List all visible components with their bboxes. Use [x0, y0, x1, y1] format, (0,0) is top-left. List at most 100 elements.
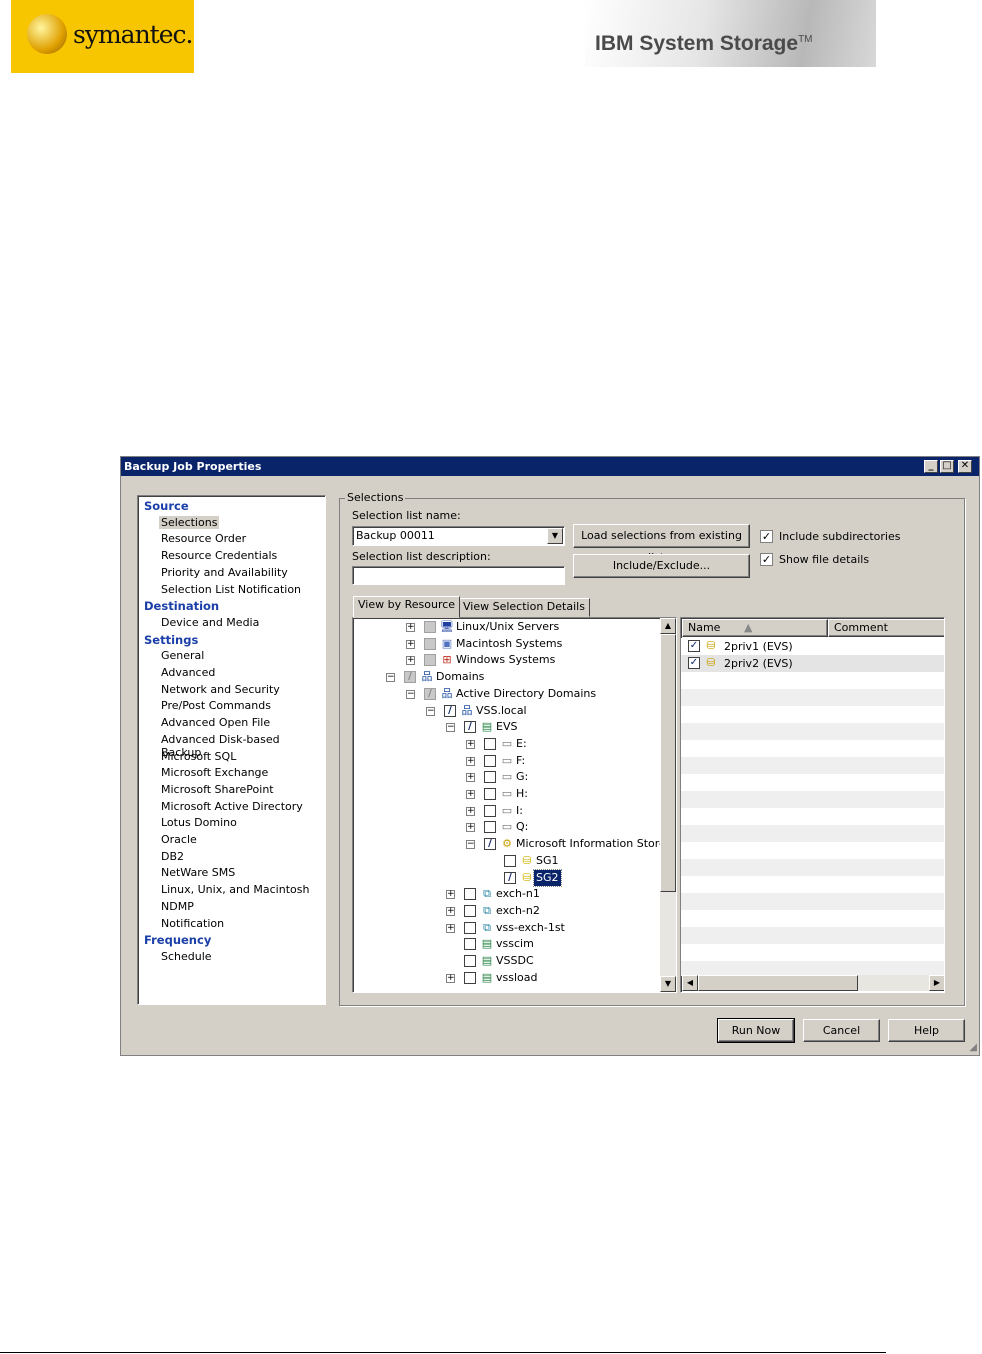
details-row[interactable]: ✓ ⛁ 2priv1 (EVS) — [682, 638, 944, 655]
nav-item[interactable]: Selection List Notification — [159, 583, 303, 596]
nav-item[interactable]: Pre/Post Commands — [159, 699, 273, 712]
load-selections-button[interactable]: Load selections from existing list... — [573, 524, 750, 564]
collapse-icon[interactable]: − — [466, 840, 475, 850]
tree-checkbox[interactable] — [464, 888, 476, 901]
tree-node[interactable]: + ▤ vssload — [353, 970, 663, 986]
expand-icon[interactable]: + — [466, 756, 475, 766]
tree-node[interactable]: + ▣ Macintosh Systems — [353, 636, 663, 652]
tree-node[interactable]: − / 品 VSS.local — [353, 703, 663, 719]
nav-item[interactable]: Device and Media — [159, 616, 261, 629]
tree-node[interactable]: + ⧉ exch-n1 — [353, 886, 663, 902]
scroll-right-icon[interactable]: ▶ — [929, 975, 944, 991]
tab-view-by-resource[interactable]: View by Resource — [353, 596, 461, 618]
expand-icon[interactable]: + — [446, 973, 455, 983]
tree-node[interactable]: + ▭ E: — [353, 736, 663, 752]
minimize-button[interactable]: _ — [924, 460, 938, 473]
collapse-icon[interactable]: − — [386, 673, 395, 683]
include-subdirectories-checkbox[interactable]: ✓ — [760, 530, 773, 543]
tree-node[interactable]: − / 品 Active Directory Domains — [353, 686, 663, 702]
tree-checkbox[interactable] — [484, 737, 496, 750]
include-exclude-button[interactable]: Include/Exclude... — [573, 554, 750, 578]
tree-checkbox[interactable] — [424, 654, 436, 667]
tree-node[interactable]: + ⧉ exch-n2 — [353, 903, 663, 919]
tree-checkbox[interactable]: / — [464, 721, 476, 734]
tree-scrollbar[interactable]: ▲ ▼ — [660, 618, 676, 992]
nav-item[interactable]: Oracle — [159, 833, 199, 846]
tree-checkbox[interactable] — [484, 804, 496, 817]
expand-icon[interactable]: + — [466, 790, 475, 799]
tree-checkbox[interactable] — [484, 821, 496, 834]
tree-node[interactable]: + ▭ Q: — [353, 819, 663, 835]
close-button[interactable]: ✕ — [958, 460, 972, 473]
tree-checkbox[interactable] — [464, 904, 476, 917]
expand-icon[interactable]: + — [406, 639, 415, 649]
tree-node[interactable]: ⛁ SG1 — [353, 853, 663, 869]
nav-item[interactable]: Lotus Domino — [159, 816, 239, 829]
tree-checkbox[interactable] — [484, 788, 496, 800]
tree-node[interactable]: + ▭ G: — [353, 769, 663, 785]
nav-item[interactable]: Resource Order — [159, 532, 248, 545]
tree-checkbox[interactable] — [484, 771, 496, 784]
tree-node[interactable]: − / 品 Domains — [353, 669, 663, 685]
column-header-comment[interactable]: Comment — [828, 619, 944, 637]
tree-checkbox[interactable] — [464, 955, 476, 967]
collapse-icon[interactable]: − — [406, 689, 415, 699]
tree-checkbox[interactable] — [424, 621, 436, 633]
expand-icon[interactable]: + — [466, 806, 475, 816]
expand-icon[interactable]: + — [406, 656, 415, 666]
row-checkbox[interactable]: ✓ — [688, 657, 700, 669]
tree-node[interactable]: + ▭ F: — [353, 753, 663, 769]
nav-item[interactable]: Linux, Unix, and Macintosh — [159, 883, 311, 896]
nav-item[interactable]: DB2 — [159, 850, 186, 863]
tree-checkbox[interactable] — [464, 938, 476, 951]
tree-node[interactable]: ▤ vsscim — [353, 936, 663, 952]
tree-checkbox[interactable]: / — [404, 671, 416, 684]
h-scroll-thumb[interactable] — [698, 975, 858, 991]
nav-item[interactable]: General — [159, 649, 206, 662]
nav-item[interactable]: Microsoft Exchange — [159, 766, 270, 779]
nav-item[interactable]: Network and Security — [159, 683, 282, 696]
nav-item[interactable]: Selections — [159, 515, 220, 529]
nav-item[interactable]: Resource Credentials — [159, 549, 279, 562]
tree-node[interactable]: + 🖥 Linux/Unix Servers — [353, 619, 663, 635]
expand-icon[interactable]: + — [406, 623, 415, 632]
selection-list-name-combo[interactable]: Backup 00011 ▼ — [352, 526, 565, 546]
nav-item[interactable]: NDMP — [159, 900, 196, 913]
tree-checkbox[interactable]: / — [484, 838, 496, 851]
run-now-button[interactable]: Run Now — [717, 1018, 795, 1043]
tree-node[interactable]: ▤ VSSDC — [353, 953, 663, 969]
tree-checkbox[interactable] — [484, 754, 496, 767]
nav-item[interactable]: Microsoft SQL — [159, 750, 238, 763]
nav-item[interactable]: NetWare SMS — [159, 866, 237, 879]
nav-item[interactable]: Advanced — [159, 666, 217, 679]
tree-node[interactable]: − / ▤ EVS — [353, 719, 663, 735]
scroll-down-icon[interactable]: ▼ — [660, 976, 676, 992]
tree-node[interactable]: + ⧉ vss-exch-1st — [353, 920, 663, 936]
nav-item[interactable]: Advanced Open File — [159, 716, 272, 729]
row-checkbox[interactable]: ✓ — [688, 640, 700, 652]
expand-icon[interactable]: + — [446, 906, 455, 916]
tree-checkbox[interactable] — [424, 637, 436, 650]
collapse-icon[interactable]: − — [426, 706, 435, 716]
tree-node[interactable]: − / ⚙ Microsoft Information Store — [353, 836, 666, 852]
tree-checkbox[interactable]: / — [424, 687, 436, 700]
expand-icon[interactable]: + — [446, 923, 455, 933]
nav-item[interactable]: Notification — [159, 917, 226, 930]
expand-icon[interactable]: + — [466, 823, 475, 833]
scroll-up-icon[interactable]: ▲ — [660, 618, 676, 634]
tree-checkbox[interactable] — [504, 854, 516, 867]
expand-icon[interactable]: + — [466, 739, 475, 749]
tree-checkbox[interactable] — [464, 921, 476, 934]
tree-checkbox[interactable]: / — [504, 871, 516, 884]
scroll-left-icon[interactable]: ◀ — [682, 975, 698, 991]
collapse-icon[interactable]: − — [446, 723, 455, 733]
show-file-details-checkbox[interactable]: ✓ — [760, 553, 773, 566]
expand-icon[interactable]: + — [466, 773, 475, 783]
nav-item[interactable]: Microsoft Active Directory — [159, 800, 305, 813]
list-horizontal-scrollbar[interactable]: ◀ ▶ — [682, 975, 944, 991]
cancel-button[interactable]: Cancel — [803, 1019, 880, 1042]
tree-node[interactable]: + ▭ I: — [353, 803, 663, 819]
nav-item[interactable]: Schedule — [159, 950, 214, 963]
tree-checkbox[interactable]: / — [444, 704, 456, 717]
tree-node[interactable]: + ▭ H: — [353, 786, 663, 802]
